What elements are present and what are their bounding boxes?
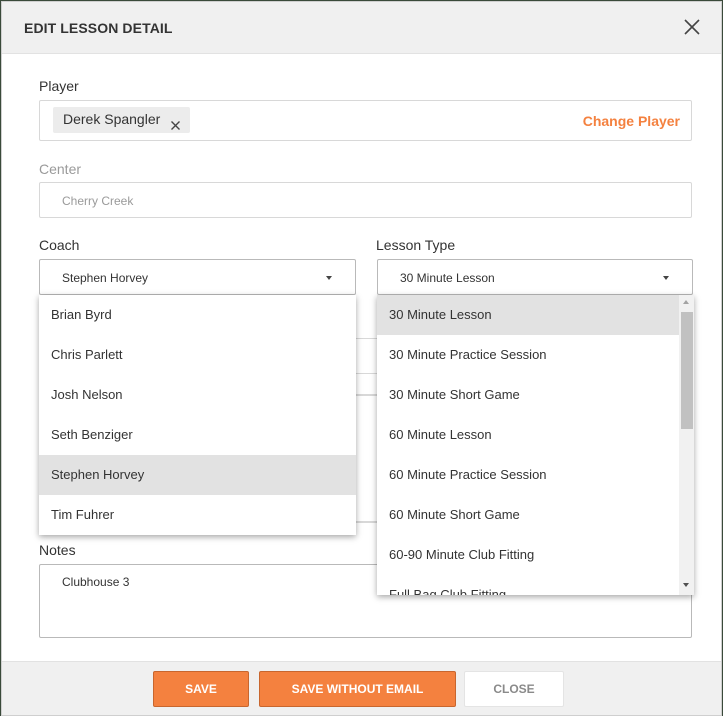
- lesson-type-option[interactable]: 30 Minute Practice Session: [377, 335, 694, 375]
- lesson-type-select[interactable]: 30 Minute Lesson: [377, 259, 693, 295]
- player-chip: Derek Spangler: [53, 107, 191, 133]
- lesson-type-option[interactable]: 60 Minute Short Game: [377, 495, 694, 535]
- lesson-type-option[interactable]: 30 Minute Short Game: [377, 375, 694, 415]
- lesson-type-option[interactable]: 60-90 Minute Club Fitting: [377, 535, 694, 575]
- player-label: Player: [39, 78, 79, 94]
- center-field: Cherry Creek: [39, 182, 692, 218]
- lesson-type-select-value: 30 Minute Lesson: [400, 271, 495, 285]
- coach-option[interactable]: Josh Nelson: [39, 375, 356, 415]
- scrollbar-thumb[interactable]: [681, 312, 693, 429]
- coach-select[interactable]: Stephen Horvey: [39, 259, 356, 295]
- chevron-down-icon: [663, 276, 669, 280]
- coach-select-value: Stephen Horvey: [62, 271, 149, 285]
- lesson-type-dropdown: 30 Minute Lesson 30 Minute Practice Sess…: [377, 295, 694, 595]
- notes-value: Clubhouse 3: [62, 575, 130, 589]
- coach-option[interactable]: Tim Fuhrer: [39, 495, 356, 535]
- lesson-type-option[interactable]: 60 Minute Lesson: [377, 415, 694, 455]
- modal-title: EDIT LESSON DETAIL: [24, 20, 173, 36]
- edit-lesson-modal: EDIT LESSON DETAIL Player Derek Spangler…: [1, 1, 722, 716]
- close-icon[interactable]: [682, 17, 702, 37]
- scroll-down-arrow-icon[interactable]: [683, 583, 689, 587]
- coach-option[interactable]: Brian Byrd: [39, 295, 356, 335]
- coach-option[interactable]: Chris Parlett: [39, 335, 356, 375]
- modal-footer: SAVE SAVE WITHOUT EMAIL CLOSE: [2, 661, 721, 715]
- coach-option-selected[interactable]: Stephen Horvey: [39, 455, 356, 495]
- save-button[interactable]: SAVE: [153, 671, 249, 707]
- lesson-type-label: Lesson Type: [376, 237, 456, 253]
- remove-player-icon[interactable]: [170, 114, 181, 130]
- scroll-up-arrow-icon[interactable]: [683, 300, 689, 304]
- lesson-type-option[interactable]: 60 Minute Practice Session: [377, 455, 694, 495]
- notes-label: Notes: [39, 542, 76, 558]
- modal-header: EDIT LESSON DETAIL: [2, 2, 721, 54]
- change-player-link[interactable]: Change Player: [583, 113, 680, 129]
- coach-dropdown: Brian Byrd Chris Parlett Josh Nelson Set…: [39, 295, 356, 535]
- player-field: Derek Spangler Change Player: [39, 100, 692, 141]
- lesson-type-option[interactable]: Full Bag Club Fitting: [377, 575, 694, 595]
- center-label: Center: [39, 161, 82, 177]
- player-chip-label: Derek Spangler: [63, 111, 161, 127]
- close-button[interactable]: CLOSE: [464, 671, 564, 707]
- chevron-down-icon: [326, 276, 332, 280]
- save-without-email-button[interactable]: SAVE WITHOUT EMAIL: [259, 671, 456, 707]
- dropdown-scrollbar[interactable]: [679, 295, 694, 595]
- center-value: Cherry Creek: [62, 194, 134, 208]
- coach-label: Coach: [39, 237, 80, 253]
- coach-option[interactable]: Seth Benziger: [39, 415, 356, 455]
- lesson-type-option-selected[interactable]: 30 Minute Lesson: [377, 295, 679, 335]
